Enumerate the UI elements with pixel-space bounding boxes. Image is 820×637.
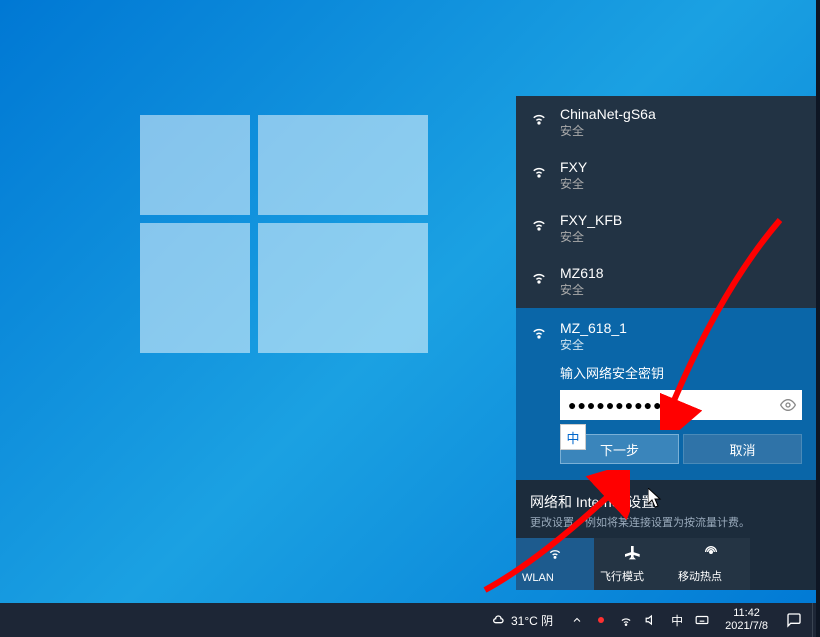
quick-action-tiles: WLAN 飞行模式 移动热点 [516,538,816,590]
wifi-icon [530,267,548,285]
network-security: 安全 [560,281,604,298]
airplane-mode-tile[interactable]: 飞行模式 [594,538,672,590]
network-name: FXY [560,159,587,175]
system-tray: 中 [563,603,717,637]
network-settings-link[interactable]: 网络和 Internet 设置 更改设置，例如将某连接设置为按流量计费。 [516,480,816,538]
password-input[interactable] [560,390,802,420]
wlan-tile-label: WLAN [522,572,588,584]
network-item[interactable]: FXY_KFB 安全 [516,202,816,255]
weather-icon [489,612,505,628]
network-security: 安全 [560,336,627,353]
hotspot-icon [678,544,744,560]
taskbar-clock[interactable]: 11:42 2021/7/8 [717,607,776,633]
network-name: MZ618 [560,265,604,281]
wifi-icon [530,161,548,179]
cancel-button[interactable]: 取消 [683,434,802,464]
volume-icon[interactable] [645,613,659,627]
network-security: 安全 [560,175,587,192]
desktop-wallpaper [140,115,428,353]
hotspot-tile[interactable]: 移动热点 [672,538,750,590]
wlan-tile[interactable]: WLAN [516,538,594,590]
network-security: 安全 [560,228,622,245]
wifi-icon [530,108,548,126]
password-prompt-label: 输入网络安全密钥 [560,363,802,382]
clock-time: 11:42 [733,607,760,620]
keyboard-icon[interactable] [695,613,709,627]
wifi-icon [522,544,588,560]
network-item[interactable]: FXY 安全 [516,149,816,202]
network-item[interactable]: MZ618 安全 [516,255,816,308]
airplane-tile-label: 飞行模式 [600,568,666,584]
wifi-tray-icon[interactable] [619,613,633,627]
settings-title: 网络和 Internet 设置 [530,492,802,512]
network-name: MZ_618_1 [560,320,627,336]
wifi-icon [530,214,548,232]
hotspot-tile-label: 移动热点 [678,568,744,584]
settings-desc: 更改设置，例如将某连接设置为按流量计费。 [530,514,802,530]
network-name: ChinaNet-gS6a [560,106,656,122]
reveal-password-icon[interactable] [780,397,796,413]
network-security: 安全 [560,122,656,139]
password-row: 中 [560,390,802,420]
chevron-up-icon[interactable] [571,614,583,626]
airplane-icon [600,544,666,560]
network-name: FXY_KFB [560,212,622,228]
weather-text: 31°C 阴 [511,612,553,629]
wifi-icon [530,322,548,340]
ime-tray-indicator[interactable]: 中 [671,612,683,629]
clock-date: 2021/7/8 [725,620,768,633]
network-item[interactable]: ChinaNet-gS6a 安全 [516,96,816,149]
taskbar: 31°C 阴 中 11:42 2021/7/8 [0,603,816,637]
weather-widget[interactable]: 31°C 阴 [479,603,563,637]
action-center-button[interactable] [776,603,812,637]
notifications-icon [786,612,802,628]
network-item-selected: MZ_618_1 安全 输入网络安全密钥 中 下一步 取消 [516,308,816,480]
network-flyout: ChinaNet-gS6a 安全 FXY 安全 FXY_KFB 安全 MZ618… [516,96,816,590]
ime-indicator[interactable]: 中 [560,424,586,450]
record-icon[interactable] [595,614,607,626]
screen-edge [816,0,820,637]
